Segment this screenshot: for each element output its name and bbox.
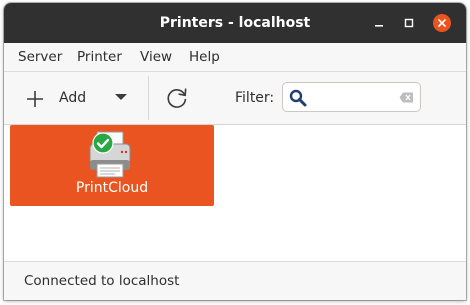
menu-view[interactable]: View — [140, 43, 172, 71]
add-dropdown-button[interactable] — [112, 86, 132, 110]
status-text: Connected to localhost — [24, 273, 180, 289]
search-icon — [289, 89, 307, 107]
add-label: Add — [59, 90, 87, 106]
titlebar[interactable]: Printers - localhost — [4, 3, 466, 43]
maximize-icon — [404, 18, 414, 28]
check-circle-icon — [92, 132, 114, 154]
minimize-icon — [375, 25, 383, 27]
menu-printer[interactable]: Printer — [77, 43, 122, 71]
statusbar: Connected to localhost — [4, 261, 466, 300]
toolbar-separator — [148, 76, 149, 120]
plus-icon — [27, 91, 43, 107]
close-button[interactable] — [433, 14, 451, 32]
filter-input[interactable] — [311, 87, 395, 107]
toolbar: Add Filter: — [4, 72, 466, 125]
filter-label: Filter: — [235, 90, 275, 106]
menubar: Server Printer View Help — [4, 43, 466, 72]
printer-name: PrintCloud — [75, 180, 149, 196]
refresh-icon — [167, 88, 187, 108]
clear-icon[interactable] — [399, 92, 414, 103]
minimize-button[interactable] — [371, 15, 387, 31]
window-title: Printers - localhost — [159, 15, 311, 31]
maximize-button[interactable] — [401, 15, 417, 31]
refresh-button[interactable] — [159, 80, 195, 116]
menu-help[interactable]: Help — [189, 43, 220, 71]
chevron-down-icon — [115, 94, 127, 100]
filter-field[interactable] — [282, 82, 421, 112]
printers-window: Printers - localhost Server Printer View… — [4, 3, 466, 300]
close-icon — [438, 19, 446, 27]
printer-list: PrintCloud — [4, 125, 466, 261]
menu-server[interactable]: Server — [18, 43, 62, 71]
printer-item[interactable]: PrintCloud — [10, 125, 214, 206]
